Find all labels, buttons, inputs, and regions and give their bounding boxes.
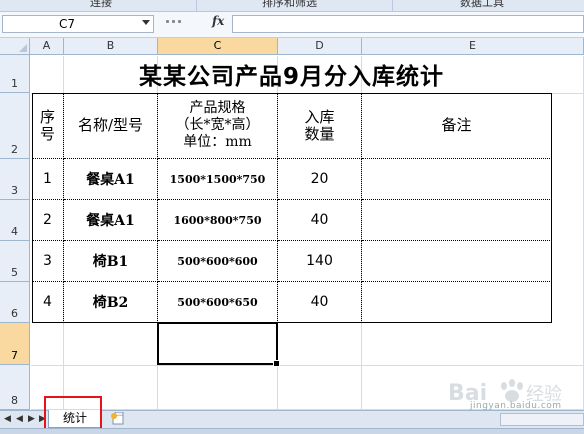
ribbon-separator <box>196 0 197 11</box>
row-header-5[interactable]: 5 <box>0 241 30 282</box>
cell-spec[interactable]: 1600*800*750 <box>158 200 278 241</box>
header-qty-line2: 数量 <box>304 124 335 143</box>
name-box[interactable]: C7 <box>2 15 154 33</box>
prev-sheet-icon[interactable]: ◀ <box>15 414 24 425</box>
row-header-2[interactable]: 2 <box>0 93 30 159</box>
row-header-1[interactable]: 1 <box>0 55 30 93</box>
formula-bar: C7 fx <box>0 12 584 38</box>
cell-note[interactable] <box>362 241 552 282</box>
active-cell-c7[interactable] <box>157 322 280 367</box>
cell-spec[interactable]: 500*600*650 <box>158 282 278 323</box>
header-name[interactable]: 名称/型号 <box>64 93 158 159</box>
row-header-8[interactable]: 8 <box>0 365 30 410</box>
header-seq[interactable]: 序号 <box>32 93 64 159</box>
column-header-b[interactable]: B <box>64 38 158 55</box>
chevron-down-icon[interactable] <box>142 20 150 25</box>
cell-name[interactable]: 椅B2 <box>64 282 158 323</box>
formula-input[interactable] <box>232 15 584 33</box>
name-box-value: C7 <box>59 17 76 31</box>
cell-seq[interactable]: 1 <box>32 159 64 200</box>
ribbon-separator <box>392 0 393 11</box>
header-name-label: 名称/型号 <box>77 116 144 134</box>
cell-name[interactable]: 餐桌A1 <box>64 159 158 200</box>
ribbon-group-sort-filter[interactable]: 排序和筛选 <box>262 0 317 10</box>
header-note[interactable]: 备注 <box>362 93 552 159</box>
header-spec-line1: 产品规格 <box>189 100 246 116</box>
header-qty[interactable]: 入库 数量 <box>278 93 362 159</box>
fill-handle[interactable] <box>273 360 280 367</box>
cell-note[interactable] <box>362 200 552 241</box>
cell-qty[interactable]: 20 <box>278 159 362 200</box>
row-header-6[interactable]: 6 <box>0 282 30 323</box>
sheet-title[interactable]: 某某公司产品9月分入库统计 <box>31 57 552 93</box>
cell-spec[interactable]: 500*600*600 <box>158 241 278 282</box>
header-spec-line3: 单位：mm <box>183 134 252 150</box>
column-header-a[interactable]: A <box>30 38 64 55</box>
status-bar <box>0 428 584 434</box>
header-spec-line2: （长*宽*高） <box>175 117 260 133</box>
row-header-3[interactable]: 3 <box>0 159 30 200</box>
ribbon-group-connections[interactable]: 连接 <box>90 0 112 10</box>
formula-bar-resize-handle[interactable] <box>160 18 196 30</box>
cell-qty[interactable]: 140 <box>278 241 362 282</box>
ribbon-strip: 连接 排序和筛选 数据工具 <box>0 0 584 12</box>
ribbon-group-data-tools[interactable]: 数据工具 <box>460 0 504 10</box>
cell-seq[interactable]: 3 <box>32 241 64 282</box>
cell-qty[interactable]: 40 <box>278 282 362 323</box>
header-note-label: 备注 <box>441 116 472 134</box>
cell-name[interactable]: 餐桌A1 <box>64 200 158 241</box>
header-qty-line1: 入库 <box>304 107 335 126</box>
insert-function-icon[interactable]: fx <box>212 14 224 28</box>
column-header-e[interactable]: E <box>362 38 584 55</box>
row-header-7[interactable]: 7 <box>0 323 30 365</box>
row-header-4[interactable]: 4 <box>0 200 30 241</box>
cell-seq[interactable]: 2 <box>32 200 64 241</box>
horizontal-scrollbar[interactable] <box>500 413 584 426</box>
insert-sheet-icon[interactable] <box>110 412 126 426</box>
select-all-corner[interactable] <box>0 38 30 55</box>
first-sheet-icon[interactable]: ◀ <box>3 414 12 425</box>
cell-note[interactable] <box>362 282 552 323</box>
header-spec[interactable]: 产品规格 （长*宽*高） 单位：mm <box>158 93 278 159</box>
column-header-c[interactable]: C <box>158 38 278 55</box>
cell-spec[interactable]: 1500*1500*750 <box>158 159 278 200</box>
cell-name[interactable]: 椅B1 <box>64 241 158 282</box>
cell-qty[interactable]: 40 <box>278 200 362 241</box>
tab-highlight-box <box>44 396 102 430</box>
cell-seq[interactable]: 4 <box>32 282 64 323</box>
next-sheet-icon[interactable]: ▶ <box>27 414 36 425</box>
header-seq-line1: 序 <box>39 107 55 126</box>
column-header-d[interactable]: D <box>278 38 362 55</box>
cell-note[interactable] <box>362 159 552 200</box>
header-seq-line2: 号 <box>39 124 55 143</box>
